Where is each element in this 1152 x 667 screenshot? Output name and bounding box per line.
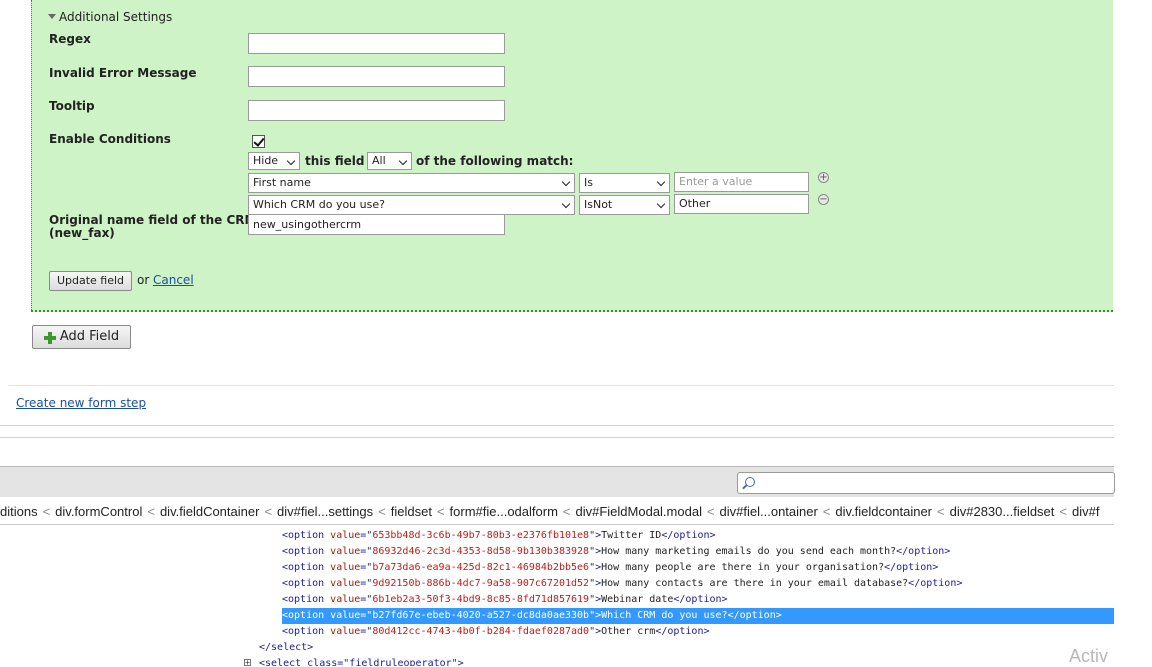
checkmark-icon [253, 135, 265, 147]
devtools-search-input[interactable] [737, 472, 1115, 494]
crm-field-input[interactable]: new_usingothercrm [248, 214, 505, 235]
activation-watermark: Activ [1069, 646, 1109, 666]
cancel-link[interactable]: Cancel [153, 273, 194, 287]
plus-icon [44, 332, 56, 344]
collapse-triangle-icon [48, 14, 56, 19]
condition-field-select[interactable]: First name [248, 173, 575, 193]
enable-conditions-label: Enable Conditions [49, 132, 171, 146]
condition-operator-select[interactable]: IsNot [579, 195, 670, 215]
additional-settings-toggle[interactable]: Additional Settings [48, 10, 172, 24]
html-option-line-selected[interactable]: <option value="b27fd67e-ebeb-4020-a527-d… [282, 608, 1114, 624]
additional-settings-panel: Additional Settings Regex Invalid Error … [31, 0, 1113, 312]
regex-label: Regex [49, 32, 91, 46]
chevron-down-icon [656, 177, 666, 187]
condition-field-select[interactable]: Which CRM do you use? [248, 195, 575, 215]
breadcrumb-item[interactable]: div#f [1072, 504, 1099, 519]
html-select-line[interactable]: <select class="fieldruleoperator"> [259, 656, 464, 666]
html-close-select-line[interactable]: </select> [259, 640, 313, 656]
remove-condition-icon[interactable]: − [818, 194, 829, 205]
breadcrumb-item[interactable]: div#2830...fieldset [950, 504, 1055, 519]
devtools-breadcrumb: ditions < div.formControl < div.fieldContain… [0, 500, 1114, 525]
breadcrumb-item[interactable]: div.fieldContainer [160, 504, 259, 519]
regex-input[interactable] [248, 33, 505, 54]
tooltip-label: Tooltip [49, 99, 95, 113]
breadcrumb-item[interactable]: div#fiel...settings [277, 504, 373, 519]
divider [0, 437, 1114, 438]
breadcrumb-item[interactable]: div#FieldModal.modal [576, 504, 702, 519]
add-field-button[interactable]: Add Field [32, 325, 131, 349]
breadcrumb-item[interactable]: fieldset [391, 504, 432, 519]
condition-operator-select[interactable]: Is [579, 173, 670, 193]
html-option-line[interactable]: <option value="9d92150b-886b-4dc7-9a58-9… [282, 576, 962, 592]
html-option-line[interactable]: <option value="80d412cc-4743-4b0f-b284-f… [282, 624, 710, 640]
breadcrumb-item[interactable]: form#fie...odalform [450, 504, 558, 519]
tooltip-input[interactable] [248, 100, 505, 121]
update-field-button[interactable]: Update field [49, 271, 132, 291]
or-text: or [137, 273, 150, 287]
breadcrumb-item[interactable]: div.formControl [55, 504, 142, 519]
html-option-line[interactable]: <option value="b7a73da6-ea9a-425d-82c1-4… [282, 560, 938, 576]
invalid-error-label: Invalid Error Message [49, 66, 197, 80]
breadcrumb-item[interactable]: ditions [0, 504, 38, 519]
divider [0, 425, 1114, 426]
condition-match-select[interactable]: All [367, 152, 412, 170]
crm-field-label: Original name field of the CRM (new_fax) [49, 213, 257, 240]
condition-action-select[interactable]: Hide [248, 152, 300, 170]
add-condition-icon[interactable]: + [818, 172, 829, 183]
chevron-down-icon [286, 156, 296, 166]
invalid-error-input[interactable] [248, 66, 505, 87]
enable-conditions-checkbox[interactable] [252, 135, 265, 148]
expand-node-icon[interactable]: + [244, 659, 251, 666]
divider [8, 385, 1114, 386]
chevron-down-icon [561, 199, 571, 209]
html-option-line[interactable]: <option value="653bb48d-3c6b-49b7-80b3-e… [282, 528, 716, 544]
html-option-line[interactable]: <option value="86932d46-2c3d-4353-8d58-9… [282, 544, 950, 560]
create-form-step-link[interactable]: Create new form step [16, 396, 146, 410]
condition-value-input[interactable]: Other [674, 194, 809, 214]
html-option-line[interactable]: <option value="6b1eb2a3-50f3-4bd9-8c85-8… [282, 592, 728, 608]
devtools-html-tree: <option value="653bb48d-3c6b-49b7-80b3-e… [0, 528, 1114, 666]
chevron-down-icon [398, 156, 408, 166]
of-following-match-text: of the following match: [416, 154, 574, 168]
search-icon [745, 477, 755, 487]
breadcrumb-item[interactable]: div.fieldcontainer [835, 504, 932, 519]
chevron-down-icon [561, 177, 571, 187]
breadcrumb-item[interactable]: div#fiel...ontainer [720, 504, 818, 519]
chevron-down-icon [656, 199, 666, 209]
condition-value-input[interactable]: Enter a value [674, 172, 809, 192]
